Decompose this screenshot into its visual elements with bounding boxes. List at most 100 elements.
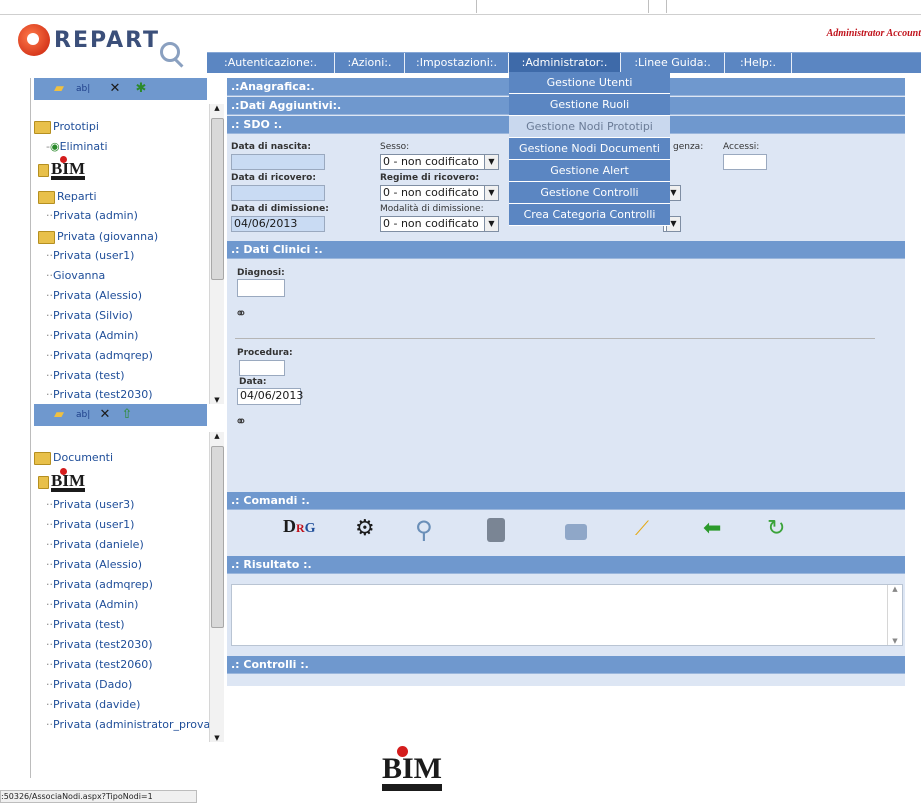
menu-gestione-ruoli[interactable]: Gestione Ruoli — [509, 94, 670, 116]
settings-tree-icon[interactable]: ✱ — [134, 82, 148, 96]
print-icon[interactable] — [565, 516, 595, 546]
tree-item[interactable]: ··Privata (test) — [46, 367, 125, 385]
open-folder-icon[interactable]: ▰ — [52, 408, 66, 422]
binoculars-icon[interactable]: ⚭ — [235, 306, 263, 322]
sesso-select[interactable]: 0 - non codificato ▼ — [380, 154, 499, 170]
menu-gestione-nodi-prototipi[interactable]: Gestione Nodi Prototipi — [509, 116, 670, 138]
tree-label: Eliminati — [59, 140, 108, 153]
folder-icon — [38, 190, 55, 204]
tree-item[interactable]: ··Privata (daniele) — [46, 536, 144, 554]
data-input[interactable]: 04/06/2013 — [237, 388, 303, 405]
tree-label: Privata (admin) — [53, 209, 138, 222]
tree-item[interactable]: ··Privata (test) — [46, 616, 125, 634]
account-label[interactable]: Administrator Account — [827, 28, 921, 39]
rename-icon[interactable]: ab| — [76, 82, 90, 96]
diagnosi-label: Diagnosi: — [237, 268, 285, 278]
risultato-textarea[interactable]: ▲ ▼ — [231, 584, 903, 646]
menu-gestione-alert[interactable]: Gestione Alert — [509, 160, 670, 182]
section-risultato[interactable]: .: Risultato :. — [227, 556, 905, 574]
menu-linee-guida[interactable]: :Linee Guida:. — [621, 53, 725, 73]
scroll-up-icon[interactable]: ▲ — [888, 585, 902, 593]
rename-icon[interactable]: ab| — [76, 408, 90, 422]
tree-label: Privata (test2030) — [53, 388, 153, 401]
tree-item-bim[interactable]: BIM — [38, 156, 85, 180]
tree-item[interactable]: ··Privata (Alessio) — [46, 556, 142, 574]
broom-icon[interactable]: ⟋ — [635, 516, 665, 546]
tree-item[interactable]: ··Privata (Dado) — [46, 676, 132, 694]
tree-root-documenti[interactable]: Documenti — [34, 449, 113, 467]
upload-icon[interactable]: ⇧ — [120, 408, 134, 422]
scroll-down-icon[interactable]: ▼ — [210, 734, 224, 742]
back-arrow-icon[interactable]: ⬅ — [703, 516, 733, 546]
refresh-icon[interactable]: ↻ — [767, 516, 797, 546]
modalita-select[interactable]: 0 - non codificato ▼ — [380, 216, 499, 232]
tree-item[interactable]: ··Privata (test2060) — [46, 656, 153, 674]
gears-icon[interactable]: ⚙ — [355, 516, 385, 546]
scroll-down-icon[interactable]: ▼ — [210, 396, 224, 404]
tree-item[interactable]: ··Privata (test2030) — [46, 636, 153, 654]
tree-item[interactable]: ··Privata (admqrep) — [46, 576, 153, 594]
save-db-icon[interactable] — [487, 516, 517, 546]
menu-autenticazione[interactable]: :Autenticazione:. — [207, 53, 335, 73]
accessi-input[interactable] — [723, 154, 767, 170]
tree-item[interactable]: ··Privata (davide) — [46, 696, 140, 714]
tree-label: Privata (user1) — [53, 249, 135, 262]
data-ricovero-input[interactable] — [231, 185, 325, 201]
tree-item[interactable]: ··Privata (admin) — [46, 207, 138, 225]
procedura-label: Procedura: — [237, 348, 293, 358]
menu-crea-categoria-controlli[interactable]: Crea Categoria Controlli — [509, 204, 670, 226]
delete-icon[interactable]: ✕ — [108, 82, 122, 96]
tree-item-bim[interactable]: BIM — [38, 468, 85, 492]
tree-item[interactable]: ··Privata (user3) — [46, 496, 134, 514]
procedura-input[interactable] — [239, 360, 285, 376]
prototipi-scrollbar[interactable]: ▲ ▼ — [209, 104, 224, 404]
tree-item[interactable]: ··Privata (Admin) — [46, 596, 138, 614]
menu-gestione-utenti[interactable]: Gestione Utenti — [509, 72, 670, 94]
menu-help[interactable]: :Help:. — [725, 53, 792, 73]
tree-item[interactable]: ··Privata (Silvio) — [46, 307, 133, 325]
tree-label: Privata (admqrep) — [53, 349, 153, 362]
footer-bim-logo: BIM — [382, 746, 442, 791]
binoculars-icon[interactable]: ⚭ — [235, 414, 263, 430]
menu-gestione-nodi-documenti[interactable]: Gestione Nodi Documenti — [509, 138, 670, 160]
tree-root-prototipi[interactable]: Prototipi — [34, 118, 99, 136]
tree-label: Privata (Admin) — [53, 598, 139, 611]
scroll-up-icon[interactable]: ▲ — [210, 104, 224, 112]
scroll-thumb[interactable] — [211, 446, 224, 628]
scroll-up-icon[interactable]: ▲ — [210, 432, 224, 440]
result-scrollbar[interactable]: ▲ ▼ — [887, 585, 902, 645]
administrator-dropdown: Gestione Utenti Gestione Ruoli Gestione … — [509, 72, 670, 226]
tree-item-eliminati[interactable]: -◉Eliminati — [46, 138, 108, 156]
delete-icon[interactable]: ✕ — [98, 408, 112, 422]
logo-text: REPART — [54, 28, 161, 53]
tree-item-reparti[interactable]: Reparti — [38, 188, 97, 206]
menu-gestione-controlli[interactable]: Gestione Controlli — [509, 182, 670, 204]
drg-icon[interactable]: DRG — [283, 516, 316, 546]
tree-item[interactable]: ··Privata (user1) — [46, 247, 134, 265]
data-nascita-label: Data di nascita: — [231, 142, 311, 152]
section-comandi[interactable]: .: Comandi :. — [227, 492, 905, 510]
menu-administrator[interactable]: :Administrator:. — [509, 53, 621, 73]
tree-item[interactable]: Privata (giovanna) — [38, 228, 158, 246]
tree-item[interactable]: ··Privata (Admin) — [46, 327, 138, 345]
scroll-thumb[interactable] — [211, 118, 224, 280]
data-dimissione-input[interactable]: 04/06/2013 — [231, 216, 325, 232]
tree-item[interactable]: ··Privata (administrator_prova) — [46, 716, 210, 734]
regime-select[interactable]: 0 - non codificato ▼ — [380, 185, 499, 201]
magnifier-icon[interactable]: ⚲ — [415, 516, 445, 546]
open-folder-icon[interactable]: ▰ — [52, 82, 66, 96]
section-dati-clinici[interactable]: .: Dati Clinici :. — [227, 241, 905, 259]
tree-item[interactable]: ··Privata (Alessio) — [46, 287, 142, 305]
menu-impostazioni[interactable]: :Impostazioni:. — [405, 53, 509, 73]
tree-item[interactable]: ··Privata (test2030) — [46, 386, 153, 404]
tree-label: Privata (administrator_prova) — [53, 718, 210, 731]
scroll-down-icon[interactable]: ▼ — [888, 637, 902, 645]
tree-item[interactable]: ··Privata (admqrep) — [46, 347, 153, 365]
section-controlli[interactable]: .: Controlli :. — [227, 656, 905, 674]
diagnosi-input[interactable] — [237, 279, 285, 297]
documenti-scrollbar[interactable]: ▲ ▼ — [209, 432, 224, 742]
data-nascita-input[interactable] — [231, 154, 325, 170]
menu-azioni[interactable]: :Azioni:. — [335, 53, 405, 73]
tree-item[interactable]: ··Giovanna — [46, 267, 105, 285]
tree-item[interactable]: ··Privata (user1) — [46, 516, 134, 534]
